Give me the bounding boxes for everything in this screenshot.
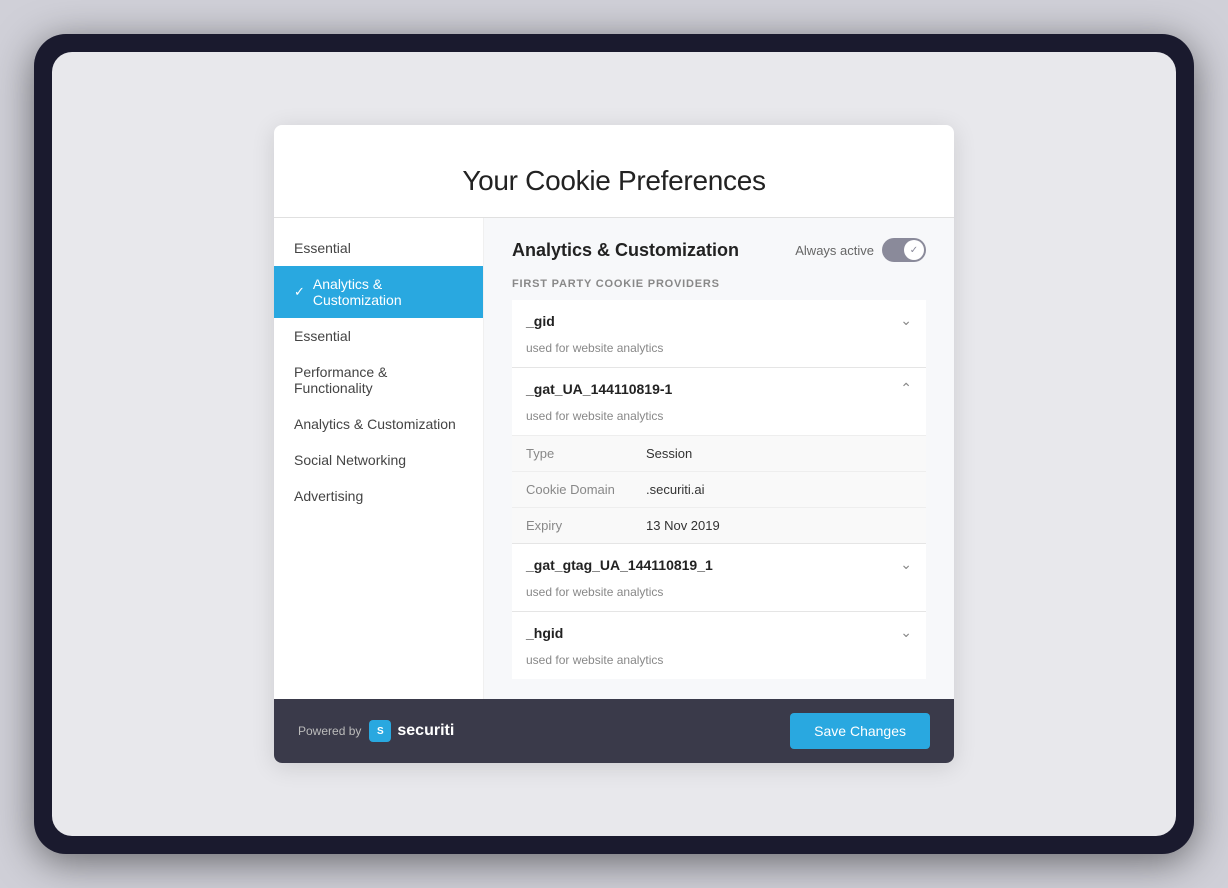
sidebar-item-label: Essential xyxy=(294,328,351,344)
cookie-name-gid: _gid xyxy=(526,313,555,329)
cookie-row-gat[interactable]: _gat_UA_144110819-1 ⌃ xyxy=(512,368,926,409)
check-icon: ✓ xyxy=(294,284,305,300)
content-header: Analytics & Customization Always active … xyxy=(512,238,926,262)
detail-value-domain: .securiti.ai xyxy=(646,482,705,497)
detail-value-expiry: 13 Nov 2019 xyxy=(646,518,720,533)
cookie-modal: Your Cookie Preferences Essential ✓ Anal… xyxy=(274,125,954,763)
chevron-up-icon-gat: ⌃ xyxy=(900,380,912,397)
detail-key-expiry: Expiry xyxy=(526,518,646,533)
powered-by-text: Powered by xyxy=(298,724,361,738)
detail-row-type: Type Session xyxy=(512,436,926,472)
toggle-check-icon: ✓ xyxy=(910,245,918,256)
toggle-knob: ✓ xyxy=(904,240,924,260)
modal-body: Essential ✓ Analytics & Customization Es… xyxy=(274,218,954,699)
sidebar-item-essential[interactable]: Essential xyxy=(274,318,483,354)
sidebar-item-label: Analytics & Customization xyxy=(294,416,456,432)
chevron-down-icon-gtag: ⌄ xyxy=(900,556,912,573)
powered-by: Powered by S securiti xyxy=(298,720,454,742)
save-changes-button[interactable]: Save Changes xyxy=(790,713,930,749)
cookie-row-hgid[interactable]: _hgid ⌄ xyxy=(512,612,926,653)
content-area: Analytics & Customization Always active … xyxy=(484,218,954,699)
sidebar-item-label: Performance & Functionality xyxy=(294,364,463,396)
cookie-desc-gid: used for website analytics xyxy=(512,341,926,367)
detail-key-type: Type xyxy=(526,446,646,461)
cookie-desc-hgid: used for website analytics xyxy=(512,653,926,679)
logo-text: securiti xyxy=(397,722,454,740)
detail-row-domain: Cookie Domain .securiti.ai xyxy=(512,472,926,508)
sidebar-item-label: Advertising xyxy=(294,488,363,504)
cookie-item-gid: _gid ⌄ used for website analytics xyxy=(512,300,926,368)
cookie-item-gat: _gat_UA_144110819-1 ⌃ used for website a… xyxy=(512,368,926,544)
sidebar: Essential ✓ Analytics & Customization Es… xyxy=(274,218,484,699)
sidebar-item-analytics-2[interactable]: Analytics & Customization xyxy=(274,406,483,442)
cookie-row-gid[interactable]: _gid ⌄ xyxy=(512,300,926,341)
cookie-desc-gtag: used for website analytics xyxy=(512,585,926,611)
modal-title: Your Cookie Preferences xyxy=(306,165,922,197)
cookie-name-gtag: _gat_gtag_UA_144110819_1 xyxy=(526,557,713,573)
device-screen: Your Cookie Preferences Essential ✓ Anal… xyxy=(52,52,1176,836)
detail-value-type: Session xyxy=(646,446,692,461)
sidebar-item-analytics-active[interactable]: ✓ Analytics & Customization xyxy=(274,266,483,318)
cookie-name-gat: _gat_UA_144110819-1 xyxy=(526,381,672,397)
securiti-logo: S securiti xyxy=(369,720,454,742)
detail-row-expiry: Expiry 13 Nov 2019 xyxy=(512,508,926,543)
cookie-details-gat: Type Session Cookie Domain .securiti.ai … xyxy=(512,435,926,543)
cookie-item-hgid: _hgid ⌄ used for website analytics xyxy=(512,612,926,679)
cookie-desc-gat: used for website analytics xyxy=(512,409,926,435)
sidebar-item-label: Social Networking xyxy=(294,452,406,468)
sidebar-item-social[interactable]: Social Networking xyxy=(274,442,483,478)
always-active-group: Always active ✓ xyxy=(795,238,926,262)
sidebar-item-performance[interactable]: Performance & Functionality xyxy=(274,354,483,406)
section-label: FIRST PARTY COOKIE PROVIDERS xyxy=(512,278,926,290)
chevron-down-icon-hgid: ⌄ xyxy=(900,624,912,641)
cookie-item-gtag: _gat_gtag_UA_144110819_1 ⌄ used for webs… xyxy=(512,544,926,612)
detail-key-domain: Cookie Domain xyxy=(526,482,646,497)
cookie-name-hgid: _hgid xyxy=(526,625,563,641)
content-title: Analytics & Customization xyxy=(512,240,739,261)
chevron-down-icon-gid: ⌄ xyxy=(900,312,912,329)
sidebar-item-essential-top[interactable]: Essential xyxy=(274,230,483,266)
sidebar-item-advertising[interactable]: Advertising xyxy=(274,478,483,514)
cookie-row-gtag[interactable]: _gat_gtag_UA_144110819_1 ⌄ xyxy=(512,544,926,585)
sidebar-item-label-active: Analytics & Customization xyxy=(313,276,463,308)
modal-footer: Powered by S securiti Save Changes xyxy=(274,699,954,763)
device-frame: Your Cookie Preferences Essential ✓ Anal… xyxy=(34,34,1194,854)
logo-icon: S xyxy=(369,720,391,742)
always-active-toggle[interactable]: ✓ xyxy=(882,238,926,262)
always-active-label: Always active xyxy=(795,243,874,258)
sidebar-item-label: Essential xyxy=(294,240,351,256)
modal-header: Your Cookie Preferences xyxy=(274,125,954,218)
